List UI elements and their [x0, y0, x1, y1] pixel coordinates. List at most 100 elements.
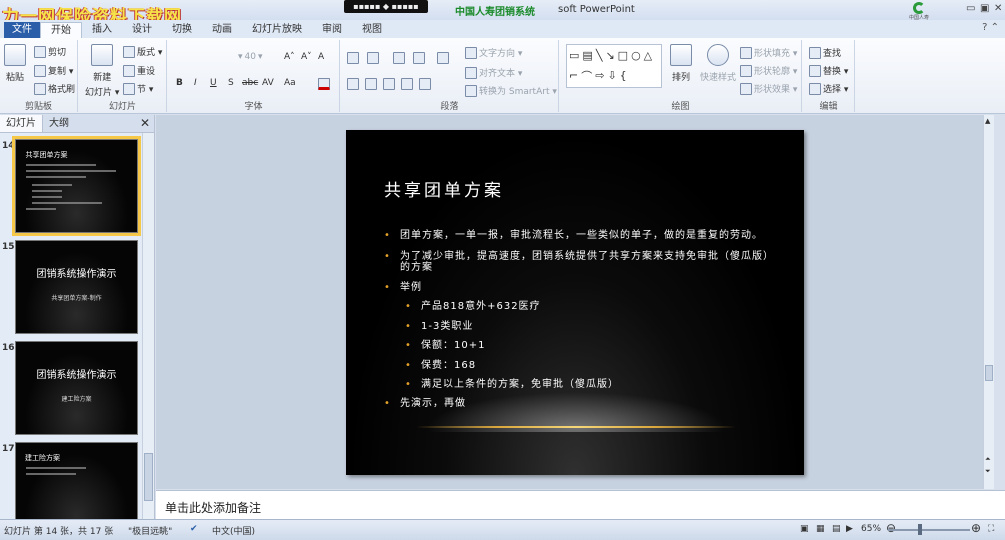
scroll-up-icon[interactable]: ▲: [985, 117, 990, 125]
brace-shape-icon[interactable]: {: [620, 69, 627, 82]
bold-button[interactable]: B: [176, 78, 183, 88]
slides-panel-scrollbar[interactable]: [142, 133, 154, 519]
slide-sub-bullet-4[interactable]: • 保费：168: [405, 360, 476, 371]
paste-button[interactable]: 粘贴: [4, 44, 26, 83]
close-button[interactable]: ✕: [994, 3, 1002, 14]
slide-title[interactable]: 共享团单方案: [384, 176, 504, 201]
align-text-button[interactable]: 对齐文本 ▾: [465, 66, 522, 79]
language-status[interactable]: 中文(中国): [212, 524, 255, 537]
slide-thumbnail-15[interactable]: 15 团销系统操作演示 共享团单方案-制作: [0, 240, 142, 336]
shapes-gallery[interactable]: ▭ ▤ ╲ ↘ □ ○ △ ⌐ ⌒ ⇨ ⇩ {: [566, 44, 662, 88]
font-color-button[interactable]: [318, 78, 330, 90]
reset-button[interactable]: 重设: [123, 64, 155, 77]
line-shape-icon[interactable]: ╲: [596, 49, 603, 62]
char-spacing-button[interactable]: AV: [262, 78, 274, 88]
slide-thumbnail-14[interactable]: 14 共享团单方案: [0, 136, 142, 236]
align-left-button[interactable]: [347, 78, 359, 90]
shape-fill-button[interactable]: 形状填充 ▾: [740, 46, 797, 59]
quick-styles-button[interactable]: 快速样式: [700, 44, 736, 83]
italic-button[interactable]: I: [194, 78, 197, 88]
tab-design[interactable]: 设计: [122, 22, 162, 38]
select-button[interactable]: 选择 ▾: [809, 82, 848, 95]
minimize-button[interactable]: ▭: [966, 3, 975, 14]
slide-bullet-1[interactable]: • 团单方案，一单一报，审批流程长，一些类似的单子，做的是重复的劳动。: [384, 230, 763, 241]
slide-sorter-icon[interactable]: ▦: [816, 524, 825, 534]
layout-button[interactable]: 版式 ▾: [123, 45, 162, 58]
zoom-slider[interactable]: [888, 529, 970, 531]
oval-shape-icon[interactable]: ○: [631, 49, 641, 62]
grow-font-button[interactable]: A˄: [284, 52, 295, 62]
slide-thumbnail-16[interactable]: 16 团销系统操作演示 建工险方案: [0, 341, 142, 437]
scroll-next-slide-icon[interactable]: ⏷: [985, 467, 991, 476]
tab-transitions[interactable]: 切换: [162, 22, 202, 38]
slideshow-view-icon[interactable]: ▶: [846, 524, 853, 534]
bullets-button[interactable]: [347, 52, 359, 64]
restore-button[interactable]: ▣: [980, 3, 989, 14]
current-slide[interactable]: 共享团单方案 • 团单方案，一单一报，审批流程长，一些类似的单子，做的是重复的劳动…: [346, 130, 804, 475]
format-painter-button[interactable]: 格式刷: [34, 82, 75, 95]
slide-sub-bullet-1[interactable]: • 产品818意外+632医疗: [405, 301, 541, 312]
shape-effects-button[interactable]: 形状效果 ▾: [740, 82, 797, 95]
scrollbar-thumb[interactable]: [144, 453, 153, 501]
text-direction-button[interactable]: 文字方向 ▾: [465, 46, 522, 59]
editor-scrollbar[interactable]: ▲ ⏶ ⏷: [983, 115, 994, 489]
down-arrow-shape-icon[interactable]: ⇩: [607, 69, 616, 82]
tab-insert[interactable]: 插入: [82, 22, 122, 38]
triangle-shape-icon[interactable]: △: [644, 49, 652, 62]
tab-outline[interactable]: 大纲: [43, 115, 75, 132]
line-spacing-button[interactable]: [437, 52, 449, 64]
notes-pane[interactable]: 单击此处添加备注: [156, 490, 1005, 519]
copy-button[interactable]: 复制 ▾: [34, 64, 73, 77]
tab-view[interactable]: 视图: [352, 22, 392, 38]
reading-view-icon[interactable]: ▤: [832, 524, 841, 534]
tab-home[interactable]: 开始: [40, 22, 82, 38]
find-button[interactable]: 查找: [809, 46, 841, 59]
zoom-slider-handle[interactable]: [918, 524, 922, 535]
clear-format-button[interactable]: A: [318, 52, 324, 62]
arrow-line-shape-icon[interactable]: ↘: [605, 49, 614, 62]
close-icon[interactable]: ✕: [140, 116, 150, 130]
replace-button[interactable]: 替换 ▾: [809, 64, 848, 77]
zoom-in-icon[interactable]: ⊕: [971, 521, 981, 535]
tab-slideshow[interactable]: 幻灯片放映: [242, 22, 312, 38]
slide-bullet-2-continued[interactable]: 的方案: [400, 262, 433, 273]
increase-indent-button[interactable]: [413, 52, 425, 64]
strikethrough-button[interactable]: abc: [242, 78, 258, 88]
slide-bullet-3[interactable]: • 举例: [384, 282, 422, 293]
tab-review[interactable]: 审阅: [312, 22, 352, 38]
slide-sub-bullet-3[interactable]: • 保额：10+1: [405, 340, 485, 351]
textbox-shape-icon[interactable]: ▤: [582, 49, 592, 62]
cut-button[interactable]: 剪切: [34, 45, 66, 58]
slide-sub-bullet-2[interactable]: • 1-3类职业: [405, 321, 473, 332]
slide-thumbnail-17[interactable]: 17 建工险方案: [0, 442, 142, 519]
shrink-font-button[interactable]: A˅: [301, 52, 312, 62]
new-slide-button[interactable]: 新建 幻灯片 ▾: [85, 44, 119, 98]
tab-file[interactable]: 文件: [4, 22, 40, 38]
section-button[interactable]: 节 ▾: [123, 82, 153, 95]
underline-button[interactable]: U: [210, 78, 217, 88]
fit-to-window-icon[interactable]: ⛶: [988, 524, 994, 534]
slide-bullet-2[interactable]: • 为了减少审批，提高速度，团销系统提供了共享方案来支持免审批（傻瓜版）: [384, 251, 774, 262]
zoom-out-icon[interactable]: ⊖: [886, 521, 896, 535]
change-case-button[interactable]: Aa: [284, 78, 296, 88]
rectangle-shape-icon[interactable]: ▭: [569, 49, 579, 62]
shape-outline-button[interactable]: 形状轮廓 ▾: [740, 64, 797, 77]
right-arrow-shape-icon[interactable]: ⇨: [595, 69, 604, 82]
square-shape-icon[interactable]: □: [618, 49, 628, 62]
normal-view-icon[interactable]: ▣: [800, 524, 809, 534]
slide-sub-bullet-5[interactable]: • 满足以上条件的方案，免审批（傻瓜版）: [405, 379, 619, 390]
align-right-button[interactable]: [383, 78, 395, 90]
scroll-prev-slide-icon[interactable]: ⏶: [985, 455, 991, 464]
theme-status[interactable]: "极目远眺": [128, 524, 172, 537]
align-center-button[interactable]: [365, 78, 377, 90]
bracket-shape-icon[interactable]: ⌒: [581, 68, 592, 84]
connector-shape-icon[interactable]: ⌐: [569, 69, 578, 82]
font-size-select[interactable]: ▾ 40 ▾: [238, 52, 263, 62]
scrollbar-thumb[interactable]: [985, 365, 993, 381]
shadow-button[interactable]: S: [228, 78, 234, 88]
spellcheck-icon[interactable]: ✔: [190, 524, 198, 534]
columns-button[interactable]: [419, 78, 431, 90]
tab-slides[interactable]: 幻灯片: [0, 115, 43, 132]
tab-animations[interactable]: 动画: [202, 22, 242, 38]
decrease-indent-button[interactable]: [393, 52, 405, 64]
